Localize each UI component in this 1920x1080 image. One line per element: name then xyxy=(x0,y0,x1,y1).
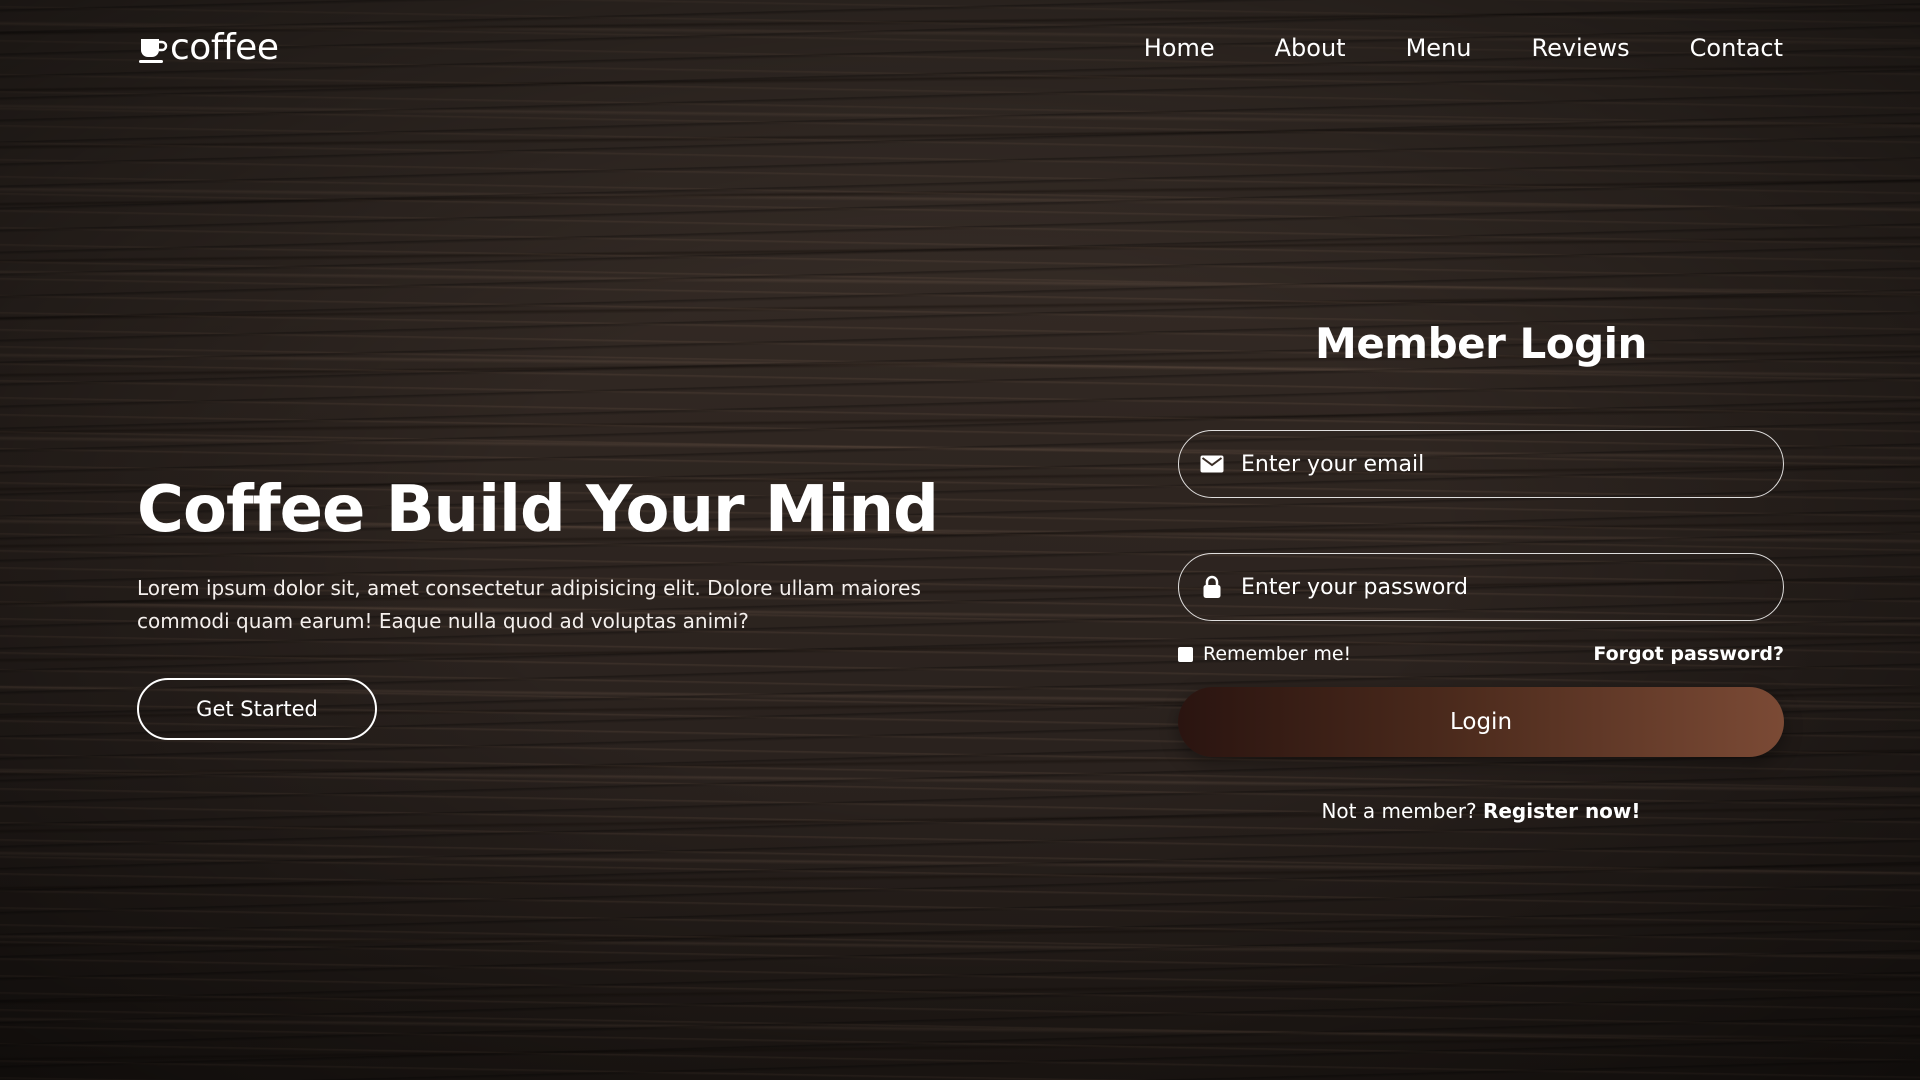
email-input[interactable] xyxy=(1239,450,1759,478)
register-prompt: Not a member? xyxy=(1321,799,1477,823)
remember-checkbox[interactable] xyxy=(1178,646,1193,662)
brand-name: coffee xyxy=(170,27,279,68)
brand-logo[interactable]: coffee xyxy=(138,27,279,68)
lock-icon xyxy=(1199,574,1225,600)
login-title: Member Login xyxy=(1315,319,1647,368)
hero-description: Lorem ipsum dolor sit, amet consectetur … xyxy=(137,576,921,633)
nav-contact[interactable]: Contact xyxy=(1690,34,1783,62)
get-started-button[interactable]: Get Started xyxy=(137,678,377,740)
hero-section: Coffee Build Your Mind Lorem ipsum dolor… xyxy=(137,470,977,740)
nav-about[interactable]: About xyxy=(1275,34,1346,62)
hero-title: Coffee Build Your Mind xyxy=(137,473,939,547)
nav-menu[interactable]: Menu xyxy=(1406,34,1472,62)
register-link[interactable]: Register now! xyxy=(1483,799,1641,823)
forgot-password-link[interactable]: Forgot password? xyxy=(1593,643,1784,665)
coffee-cup-icon xyxy=(138,36,168,66)
remember-label: Remember me! xyxy=(1203,643,1352,665)
navbar: coffee Home About Menu Reviews Contact xyxy=(138,30,1783,66)
main-nav: Home About Menu Reviews Contact xyxy=(1144,34,1783,62)
login-options: Remember me! Forgot password? xyxy=(1178,643,1784,665)
email-field xyxy=(1178,430,1784,498)
remember-me[interactable]: Remember me! xyxy=(1178,643,1351,665)
nav-home[interactable]: Home xyxy=(1144,34,1215,62)
envelope-icon xyxy=(1199,451,1225,477)
login-form: Member Login Remember me! Forgot passwor… xyxy=(1178,316,1784,823)
login-button[interactable]: Login xyxy=(1178,687,1784,757)
register-row: Not a member? Register now! xyxy=(1178,799,1784,823)
nav-reviews[interactable]: Reviews xyxy=(1531,34,1629,62)
password-input[interactable] xyxy=(1239,573,1759,601)
password-field xyxy=(1178,553,1784,621)
